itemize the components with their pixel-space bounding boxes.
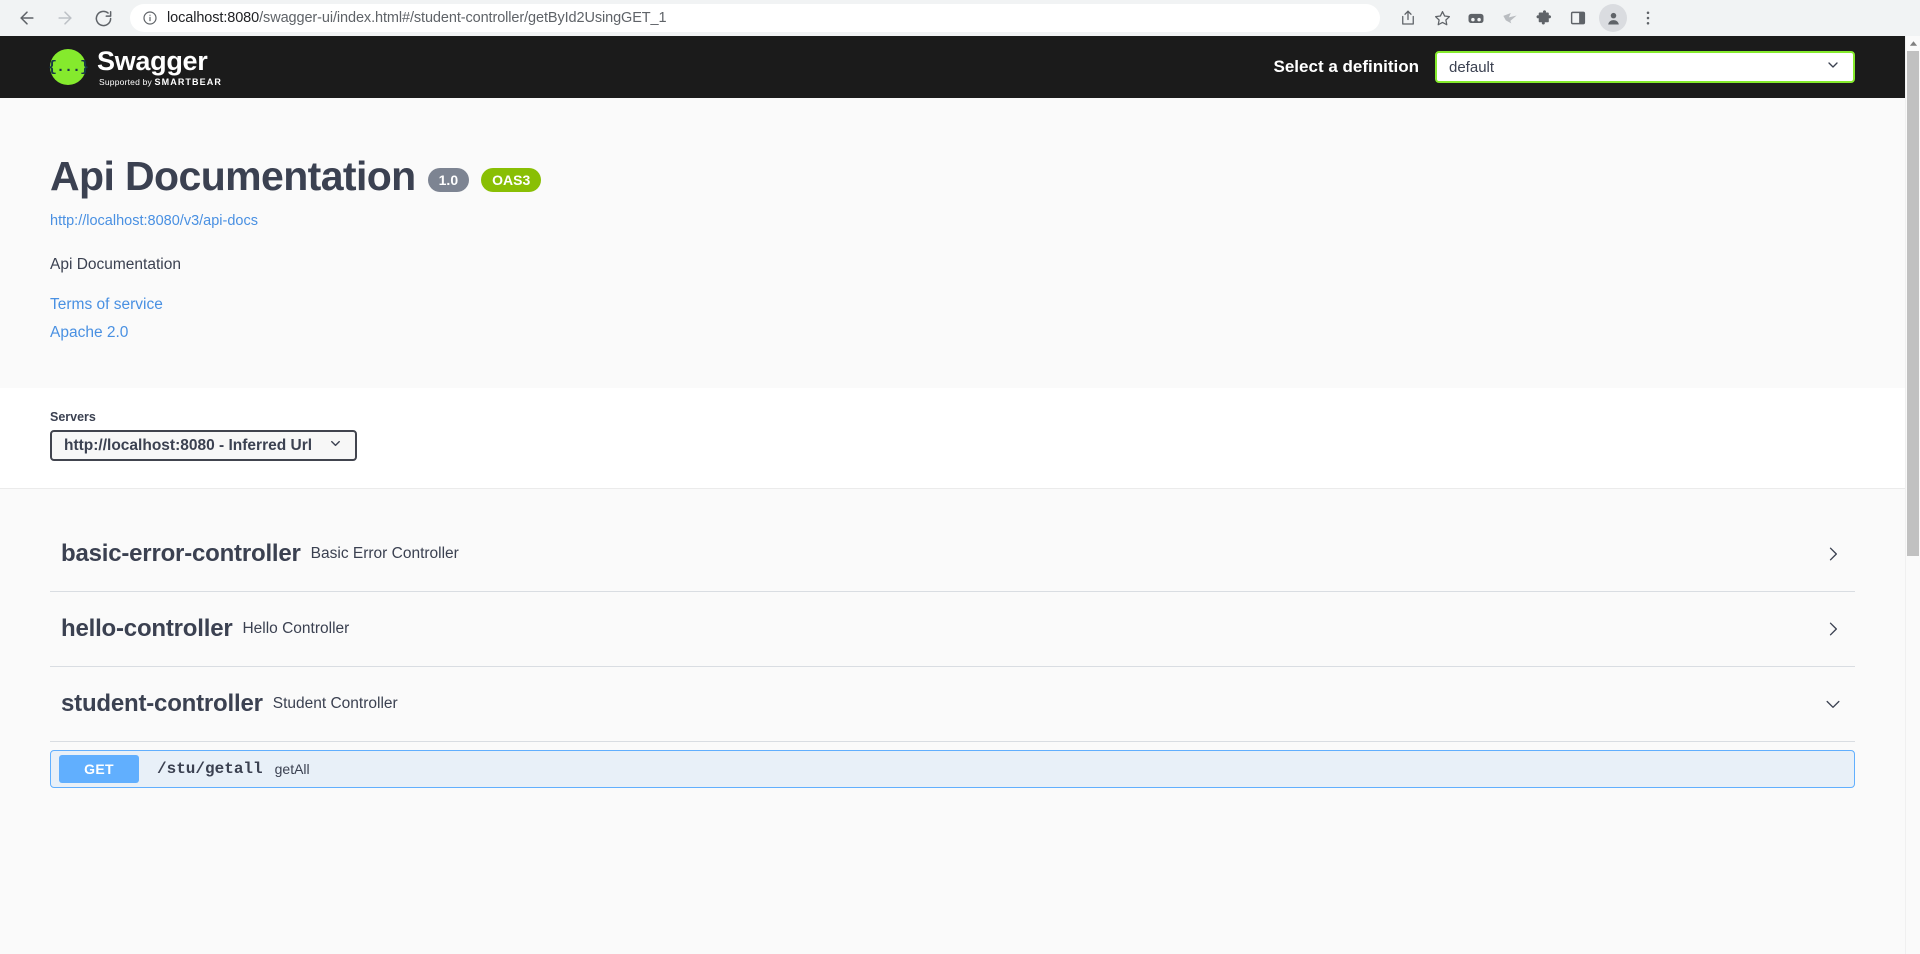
tag-name: basic-error-controller xyxy=(61,540,301,567)
definition-selector-group: Select a definition default xyxy=(1274,51,1855,83)
api-description: Api Documentation xyxy=(50,256,181,273)
swagger-ui-page: {...} Swagger Supported by SMARTBEAR Sel… xyxy=(0,36,1905,954)
chevron-right-icon[interactable] xyxy=(1823,544,1843,564)
oas-badge: OAS3 xyxy=(481,167,542,192)
bookmark-star-icon[interactable] xyxy=(1426,2,1458,34)
chevron-right-icon[interactable] xyxy=(1823,619,1843,639)
tag-description: Student Controller xyxy=(272,695,398,712)
operation-path: /stu/getall xyxy=(157,760,263,778)
swagger-logo-subtitle: Supported by SMARTBEAR xyxy=(99,77,222,87)
operation-list: GET /stu/getall getAll xyxy=(50,742,1855,788)
three-dot-menu-icon[interactable] xyxy=(1632,2,1664,34)
tag-header[interactable]: hello-controller Hello Controller xyxy=(50,592,1855,667)
page-viewport: {...} Swagger Supported by SMARTBEAR Sel… xyxy=(0,36,1920,954)
license-link[interactable]: Apache 2.0 xyxy=(50,324,1855,342)
tag-block-student-controller: student-controller Student Controller GE… xyxy=(50,667,1855,788)
reading-list-icon[interactable] xyxy=(1460,2,1492,34)
address-bar[interactable]: localhost:8080/swagger-ui/index.html#/st… xyxy=(130,4,1380,32)
share-icon[interactable] xyxy=(1392,2,1424,34)
servers-select-value: http://localhost:8080 - Inferred Url xyxy=(64,436,313,454)
api-info-section: Api Documentation 1.0 OAS3 http://localh… xyxy=(0,98,1905,388)
api-docs-link[interactable]: http://localhost:8080/v3/api-docs xyxy=(50,213,1855,229)
browser-toolbar: localhost:8080/swagger-ui/index.html#/st… xyxy=(0,0,1920,36)
kiwi-extension-icon[interactable] xyxy=(1494,2,1526,34)
tag-name: student-controller xyxy=(61,690,263,717)
terms-of-service-link[interactable]: Terms of service xyxy=(50,296,1855,314)
api-links: Terms of service Apache 2.0 xyxy=(50,296,1855,342)
profile-avatar-icon[interactable] xyxy=(1599,4,1627,32)
tag-description: Hello Controller xyxy=(242,620,350,637)
page-scrollbar[interactable] xyxy=(1905,36,1920,954)
tag-header[interactable]: basic-error-controller Basic Error Contr… xyxy=(50,517,1855,592)
select-definition-label: Select a definition xyxy=(1273,57,1419,76)
page-title: Api Documentation xyxy=(50,153,416,199)
operation-summary: getAll xyxy=(274,761,310,777)
servers-label: Servers xyxy=(50,410,96,424)
url-host: localhost:8080 xyxy=(167,10,260,26)
tag-name: hello-controller xyxy=(61,615,233,642)
side-panel-icon[interactable] xyxy=(1562,2,1594,34)
swagger-logo[interactable]: {...} Swagger Supported by SMARTBEAR xyxy=(48,46,222,87)
swagger-wordmark: Swagger Supported by SMARTBEAR xyxy=(97,46,222,87)
url-text: localhost:8080/swagger-ui/index.html#/st… xyxy=(167,10,666,26)
servers-select[interactable]: http://localhost:8080 - Inferred Url xyxy=(50,430,358,461)
url-path: /swagger-ui/index.html#/student-controll… xyxy=(259,10,667,26)
tag-sections: basic-error-controller Basic Error Contr… xyxy=(0,489,1905,788)
http-method-badge: GET xyxy=(59,755,139,783)
version-badge: 1.0 xyxy=(427,167,470,192)
forward-button[interactable] xyxy=(48,1,82,35)
supported-by-label: Supported by xyxy=(99,76,152,87)
servers-section: Servers http://localhost:8080 - Inferred… xyxy=(0,388,1905,489)
tag-header[interactable]: student-controller Student Controller xyxy=(50,667,1855,742)
browser-action-icons xyxy=(1392,2,1664,34)
chevron-down-icon xyxy=(1825,57,1841,77)
tag-block-hello-controller: hello-controller Hello Controller xyxy=(50,592,1855,667)
scrollbar-track[interactable] xyxy=(1906,51,1920,939)
definition-select[interactable]: default xyxy=(1435,51,1855,83)
chevron-down-icon[interactable] xyxy=(1823,694,1843,714)
tag-block-basic-error-controller: basic-error-controller Basic Error Contr… xyxy=(50,517,1855,592)
info-circle-icon[interactable] xyxy=(142,10,158,26)
scrollbar-up-button[interactable] xyxy=(1906,36,1920,51)
scrollbar-thumb[interactable] xyxy=(1907,51,1919,556)
back-button[interactable] xyxy=(10,1,44,35)
extensions-puzzle-icon[interactable] xyxy=(1528,2,1560,34)
swagger-braces-icon: {...} xyxy=(48,49,89,86)
operation-row-get-stu-getall[interactable]: GET /stu/getall getAll xyxy=(50,750,1855,788)
smartbear-brand: SMARTBEAR xyxy=(154,76,222,87)
definition-select-value: default xyxy=(1449,58,1495,76)
swagger-logo-title: Swagger xyxy=(97,46,208,77)
chevron-down-icon xyxy=(328,436,343,456)
api-title-row: Api Documentation 1.0 OAS3 xyxy=(50,153,1855,200)
swagger-topbar: {...} Swagger Supported by SMARTBEAR Sel… xyxy=(0,36,1905,98)
reload-button[interactable] xyxy=(86,1,120,35)
tag-description: Basic Error Controller xyxy=(310,545,459,562)
